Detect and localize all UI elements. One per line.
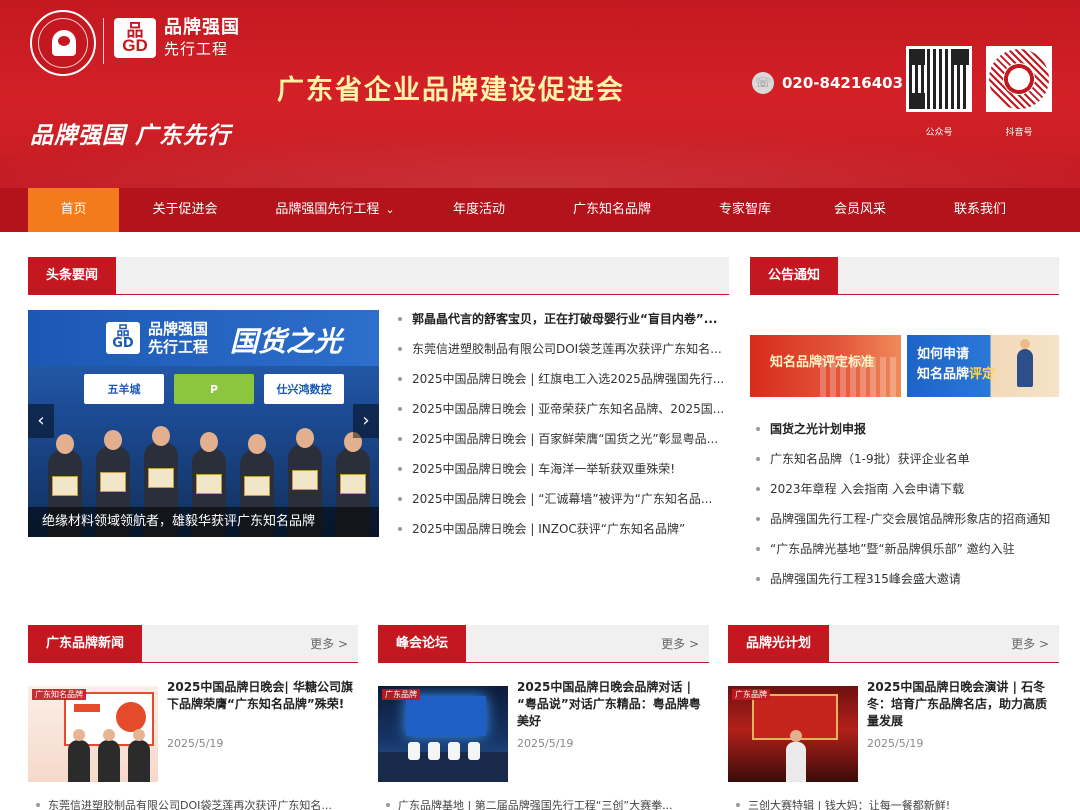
phone-number: 020-84216403 [782,74,904,92]
card-title[interactable]: 2025中国品牌日晚会品牌对话 | “粤品说”对话广东精品：粤品牌粤美好 [517,679,705,730]
slide-gd-bottom: GD [112,336,134,351]
nav-expert-pool-label: 专家智库 [718,202,771,217]
slider-prev-arrow-icon[interactable]: ‹ [28,404,54,438]
wechat-qr-label: 公众号 [925,128,953,138]
headline-section-header: 头条要闻 [28,257,729,295]
card-image[interactable]: 广东品牌 [378,686,508,782]
banner2-line2a: 知名品牌 [917,367,970,382]
slider-next-arrow-icon[interactable]: › [353,404,379,438]
more-link[interactable]: 更多 > [661,625,699,663]
douyin-qr-code [986,46,1052,112]
nav-famous-brands-label: 广东知名品牌 [572,202,651,217]
site-header: 品 GD 品牌强国 先行工程 品牌强国 广东先行 广东省企业品牌建设促进会 ☏ … [0,0,1080,188]
card-image-tag: 广东品牌 [382,689,420,700]
phone-icon: ☏ [752,72,774,94]
column-header-brand-light: 品牌光计划 更多 > [728,625,1059,663]
slide-caption[interactable]: 绝缘材料领域领航者，雄毅华获评广东知名品牌 [28,507,379,537]
sponsor-logo: 仕兴鸿数控 [264,374,344,404]
nav-brand-project-label: 品牌强国先行工程 [275,202,380,217]
card-date: 2025/5/19 [517,737,574,750]
list-item[interactable]: 品牌强国先行工程315峰会盛大邀请 [756,571,1059,601]
list-item[interactable]: 2023年章程 入会指南 入会申请下载 [756,481,1059,511]
nav-home[interactable]: 首页 [28,188,119,232]
slide-brand-top: 品牌强国 [148,320,209,338]
nav-annual-events-label: 年度活动 [452,202,505,217]
wechat-qr-code [906,46,972,112]
slogan: 品牌强国 广东先行 [30,122,232,149]
nav-contact[interactable]: 联系我们 [915,188,1045,232]
brand-standard-banner[interactable]: 知名品牌评定标准 [750,335,901,397]
how-to-apply-banner[interactable]: 如何申请 知名品牌评定 [907,335,1059,397]
contact-phone: ☏ 020-84216403 [752,72,903,94]
slide-big-text: 国货之光 [230,325,343,358]
brand-line-2: 先行工程 [164,40,229,58]
headline-slider[interactable]: 品 GD 品牌强国 先行工程 国货之光 五羊城 P 仕兴鸿数控 ‹ › 绝缘材料… [28,310,379,537]
more-link[interactable]: 更多 > [310,625,348,663]
sponsor-logos: 五羊城 P 仕兴鸿数控 [28,374,379,410]
card-date: 2025/5/19 [867,737,924,750]
list-item[interactable]: 2025中国品牌日晚会 | INZOC获评“广东知名品牌” [398,521,728,551]
list-item[interactable]: 郭晶晶代言的舒客宝贝，正在打破母婴行业“盲目内卷”... [398,311,728,341]
notice-tab[interactable]: 公告通知 [750,257,839,295]
nav-contact-label: 联系我们 [953,202,1006,217]
list-item[interactable]: 广东品牌基地 | 第二届品牌强国先行工程“三创”大赛拳... [384,797,714,810]
card-title[interactable]: 2025中国品牌日晚会演讲 | 石冬冬：培育广东品牌名店，助力高质量发展 [867,679,1055,730]
list-item[interactable]: 2025中国品牌日晚会 | 亚帝荣获广东知名品牌、2025国... [398,401,728,431]
list-item[interactable]: 国货之光计划申报 [756,421,1059,451]
main-nav: 首页 关于促进会 品牌强国先行工程 ⌄ 年度活动 广东知名品牌 专家智库 会员风采… [0,188,1080,232]
nav-about-label: 关于促进会 [152,202,218,217]
brand-line-1: 品牌强国 [164,17,240,38]
nav-famous-brands[interactable]: 广东知名品牌 [539,188,685,232]
list-item[interactable]: 2025中国品牌日晚会 | 车海洋一举斩获双重殊荣! [398,461,728,491]
list-item[interactable]: 三创大赛特辑 | 钱大妈：让每一餐都新鲜! [734,797,1064,810]
nav-members-label: 会员风采 [833,202,886,217]
list-item[interactable]: 2025中国品牌日晚会 | 百家鲜荣膺“国货之光”彰显粤品... [398,431,728,461]
headline-tab[interactable]: 头条要闻 [28,257,117,295]
slide-brand-bottom: 先行工程 [148,338,209,356]
card-image[interactable]: 广东知名品牌 [28,686,158,782]
column-tab[interactable]: 品牌光计划 [728,625,830,663]
nav-expert-pool[interactable]: 专家智库 [685,188,805,232]
column-tab[interactable]: 广东品牌新闻 [28,625,143,663]
column-header-summit-forum: 峰会论坛 更多 > [378,625,709,663]
nav-about[interactable]: 关于促进会 [119,188,251,232]
column-tab[interactable]: 峰会论坛 [378,625,467,663]
list-item[interactable]: 东莞信进塑胶制品有限公司DOI袋芝莲再次获评广东知名... [34,797,364,810]
list-item[interactable]: 东莞信进塑胶制品有限公司DOI袋芝莲再次获评广东知名... [398,341,728,371]
sponsor-logo: 五羊城 [84,374,164,404]
nav-brand-project[interactable]: 品牌强国先行工程 ⌄ [251,188,419,232]
list-item[interactable]: “广东品牌光基地”暨“新品牌俱乐部” 邀约入驻 [756,541,1059,571]
sponsor-logo: P [174,374,254,404]
list-item[interactable]: 品牌强国先行工程-广交会展馆品牌形象店的招商通知 [756,511,1059,541]
notice-list: 国货之光计划申报 广东知名品牌（1-9批）获评企业名单 2023年章程 入会指南… [756,421,1059,601]
list-item[interactable]: 2025中国品牌日晚会 | “汇诚幕墙”被评为“广东知名品... [398,491,728,521]
banner1-text: 知名品牌评定标准 [770,355,875,370]
logo-divider [103,18,104,64]
banner2-line1: 如何申请 [917,347,970,362]
notice-section-header: 公告通知 [750,257,1059,295]
card-title[interactable]: 2025中国品牌日晚会| 华糖公司旗下品牌荣膺“广东知名品牌”殊荣! [167,679,355,713]
headline-news-list: 郭晶晶代言的舒客宝贝，正在打破母婴行业“盲目内卷”... 东莞信进塑胶制品有限公… [398,311,728,551]
card-date: 2025/5/19 [167,737,224,750]
site-title: 广东省企业品牌建设促进会 [277,75,625,106]
card-image[interactable]: 广东品牌 [728,686,858,782]
association-seal-logo[interactable] [30,10,96,76]
nav-members[interactable]: 会员风采 [805,188,915,232]
brand-wordmark: 品牌强国 先行工程 [164,17,240,59]
brand-gd-logo[interactable]: 品 GD [114,18,156,58]
list-item[interactable]: 2025中国品牌日晚会 | 红旗电工入选2025品牌强国先行... [398,371,728,401]
chevron-down-icon: ⌄ [385,203,395,216]
nav-annual-events[interactable]: 年度活动 [419,188,539,232]
slide-gd-logo: 品 GD [106,322,140,354]
more-link[interactable]: 更多 > [1011,625,1049,663]
nav-home-label: 首页 [60,202,87,217]
card-image-tag: 广东品牌 [732,689,770,700]
card-image-tag: 广东知名品牌 [32,689,86,700]
gd-logo-bottom: GD [122,36,148,55]
list-item[interactable]: 广东知名品牌（1-9批）获评企业名单 [756,451,1059,481]
douyin-qr-label: 抖音号 [1005,128,1033,138]
column-header-brand-news: 广东品牌新闻 更多 > [28,625,358,663]
slide-brand-text: 品牌强国 先行工程 [148,320,208,356]
banner2-line2b: 评定 [969,367,996,382]
